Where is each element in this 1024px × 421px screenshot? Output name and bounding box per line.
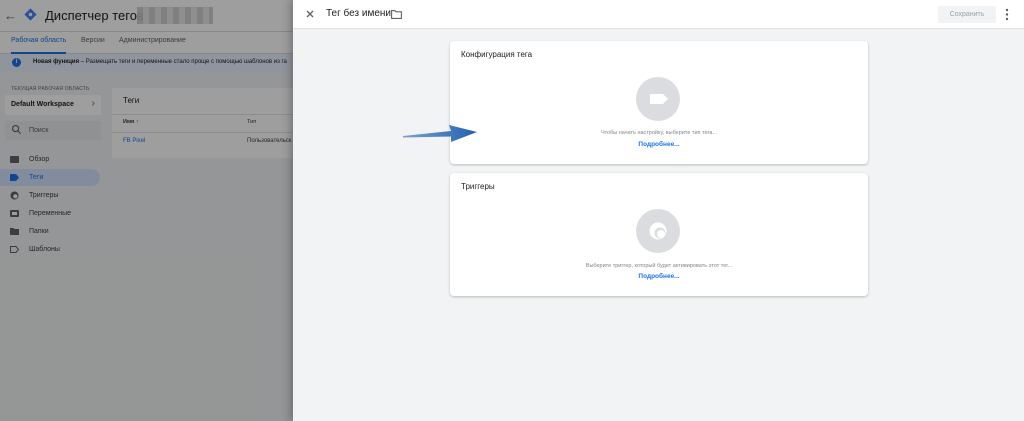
annotation-arrow-icon: [403, 125, 477, 142]
more-vert-icon[interactable]: [1005, 8, 1009, 21]
tag-icon: [650, 94, 668, 104]
folder-icon[interactable]: [391, 10, 402, 19]
tag-name-title[interactable]: Тег без имени: [326, 8, 391, 19]
triggers-learn-more-link[interactable]: Подробнее...: [450, 273, 868, 280]
tag-configuration-learn-more-link[interactable]: Подробнее...: [450, 141, 868, 148]
tag-configuration-card[interactable]: Конфигурация тега Чтобы начать настройку…: [450, 41, 868, 164]
trigger-icon: [649, 222, 667, 240]
tag-type-placeholder[interactable]: [636, 77, 680, 121]
save-button[interactable]: Сохранить: [938, 6, 996, 23]
triggers-title: Триггеры: [461, 182, 495, 191]
trigger-placeholder[interactable]: [636, 209, 680, 253]
tag-editor-panel: Тег без имени Сохранить Конфигурация тег…: [293, 0, 1024, 421]
tag-configuration-hint: Чтобы начать настройку, выберите тип тег…: [600, 130, 718, 136]
triggers-card[interactable]: Триггеры Выберите триггер, который будет…: [450, 173, 868, 296]
panel-header: Тег без имени Сохранить: [293, 0, 1024, 29]
close-icon[interactable]: [305, 9, 315, 19]
triggers-hint: Выберите триггер, который будет активиро…: [585, 263, 733, 269]
modal-scrim[interactable]: [0, 0, 293, 421]
tag-configuration-title: Конфигурация тега: [461, 50, 533, 59]
